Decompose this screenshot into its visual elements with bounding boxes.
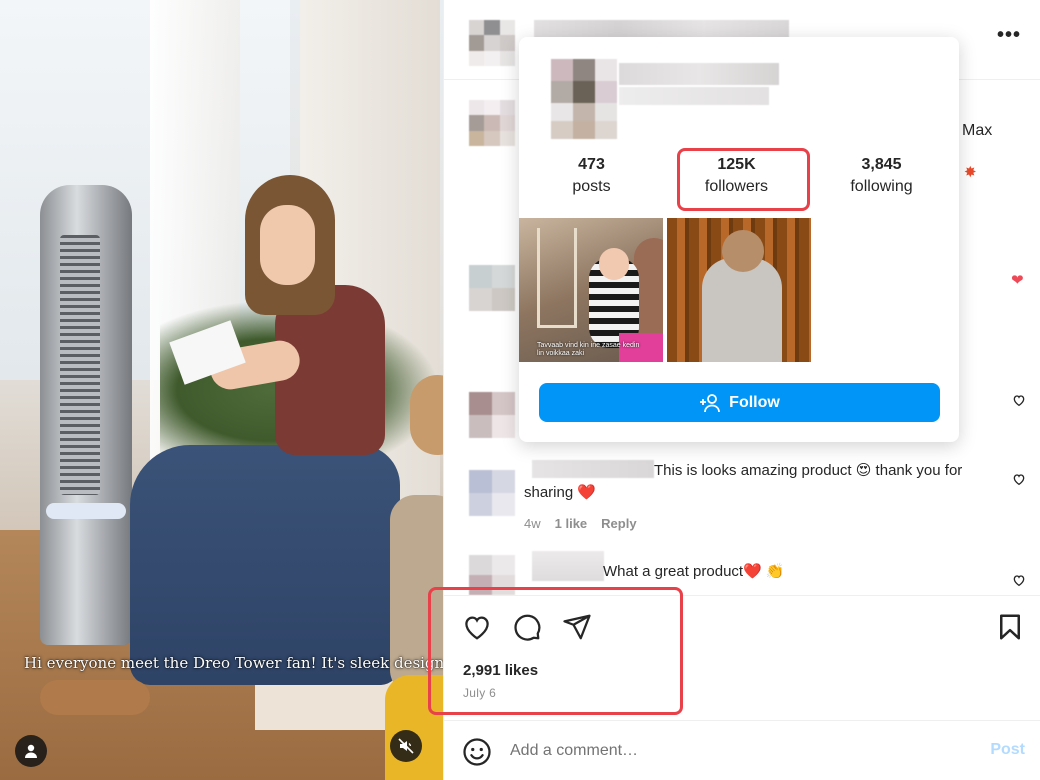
like-comment-heart-icon[interactable] — [1011, 572, 1027, 588]
recent-posts: Tavvaab vind kin ine zasae kedin lin voi… — [519, 218, 811, 362]
face — [260, 205, 315, 285]
like-heart-icon[interactable] — [462, 612, 492, 642]
commenter-avatar-pixelated — [469, 392, 515, 438]
user-icon — [25, 744, 37, 758]
sparkle-emoji: ✸ — [964, 164, 977, 181]
recent-post-thumbnail[interactable]: Tavvaab vind kin ine zasae kedin lin voi… — [519, 218, 663, 362]
post-media[interactable]: Hi everyone meet the Dreo Tower fan! It'… — [0, 0, 443, 780]
comment-likes-count[interactable]: 1 like — [555, 516, 588, 531]
child-figure — [385, 375, 443, 780]
video-caption: Hi everyone meet the Dreo Tower fan! It'… — [24, 654, 443, 672]
comment-bubble-icon[interactable] — [512, 612, 542, 642]
woman-back-figure — [702, 258, 782, 362]
stat-value: 473 — [578, 156, 605, 173]
comment-box: Post — [444, 720, 1040, 780]
child-pants — [385, 675, 443, 780]
cap-head — [722, 230, 764, 272]
profile-name-pixelated[interactable] — [619, 63, 779, 85]
shelf — [537, 228, 577, 328]
child-head — [410, 375, 443, 455]
comment-text: This is looks amazing product 😍 thank yo… — [524, 462, 963, 501]
stat-label: followers — [704, 178, 769, 195]
stat-posts[interactable]: 473 posts — [519, 155, 664, 215]
add-comment-input[interactable] — [510, 737, 950, 765]
stat-value: 125K — [717, 156, 756, 173]
toddler-face — [599, 248, 629, 280]
comment-age: 4w — [524, 516, 541, 531]
like-comment-heart-icon[interactable] — [1011, 471, 1027, 487]
recent-post-thumbnail[interactable] — [667, 218, 811, 362]
profile-hover-card: 473 posts 125K followers 3,845 following… — [519, 37, 959, 442]
emoji-icon[interactable] — [462, 737, 492, 767]
caption-fragment: Max — [962, 122, 993, 139]
jeans — [130, 445, 400, 685]
tagged-user-button[interactable] — [15, 735, 47, 767]
likes-count[interactable]: 2,991 likes — [463, 662, 538, 679]
woman-figure — [40, 175, 400, 735]
commenter-avatar-pixelated — [469, 470, 515, 516]
speaker-muted-icon — [398, 738, 414, 754]
comment-text: What a great product❤️ 👏 — [603, 563, 785, 580]
reply-button[interactable]: Reply — [601, 516, 636, 531]
shoe — [40, 680, 150, 715]
share-paper-plane-icon[interactable] — [562, 612, 592, 642]
stat-label: posts — [572, 178, 611, 195]
comment-meta: 4w 1 like Reply — [524, 516, 637, 531]
commenter-avatar-pixelated — [469, 555, 515, 595]
profile-subtitle-pixelated — [619, 87, 769, 105]
caption-avatar-pixelated — [469, 100, 515, 146]
author-avatar-pixelated[interactable] — [469, 20, 515, 66]
action-icons — [462, 612, 592, 642]
like-comment-heart-icon[interactable] — [1011, 392, 1027, 408]
profile-stats: 473 posts 125K followers 3,845 following — [519, 155, 959, 215]
bookmark-icon[interactable] — [995, 612, 1025, 642]
more-options-button[interactable]: ••• — [997, 24, 1021, 47]
stat-followers[interactable]: 125K followers — [664, 155, 809, 215]
stat-label: following — [850, 178, 913, 195]
follow-button[interactable]: Follow — [539, 383, 940, 422]
post-comment-button[interactable]: Post — [990, 741, 1025, 759]
liked-heart-icon[interactable]: ❤ — [1011, 271, 1024, 289]
stat-following[interactable]: 3,845 following — [809, 155, 954, 215]
follow-label: Follow — [729, 393, 780, 411]
stat-value: 3,845 — [861, 156, 902, 173]
add-user-icon — [700, 393, 721, 412]
mute-button[interactable] — [390, 730, 422, 762]
profile-avatar-pixelated[interactable] — [551, 59, 617, 139]
commenter-avatar-pixelated — [469, 265, 515, 311]
action-bar: 2,991 likes July 6 — [444, 595, 1040, 720]
post-date: July 6 — [463, 686, 497, 700]
thumbnail-caption: Tavvaab vind kin ine zasae kedin lin voi… — [537, 342, 640, 357]
